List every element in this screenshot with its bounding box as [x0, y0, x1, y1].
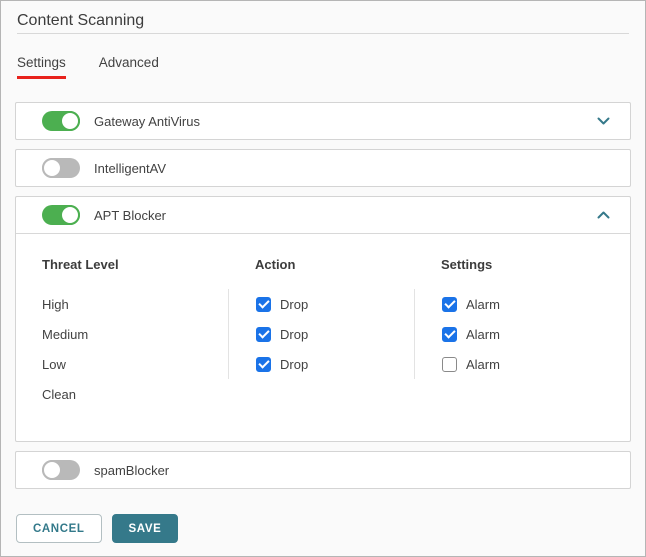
panel-label: spamBlocker [94, 463, 169, 478]
low-alarm-checkbox[interactable] [442, 357, 457, 372]
table-cell-action-high: Drop [228, 289, 414, 319]
apt-blocker-toggle[interactable] [42, 205, 80, 225]
threat-level-low-label: Low [16, 349, 228, 379]
tab-settings[interactable]: Settings [17, 55, 66, 79]
table-cell-action-clean [228, 379, 414, 409]
threat-level-medium-label: Medium [16, 319, 228, 349]
column-header-action: Action [228, 234, 414, 289]
cancel-button[interactable]: CANCEL [16, 514, 102, 543]
toggle-knob [60, 111, 80, 131]
tab-advanced[interactable]: Advanced [99, 55, 159, 79]
page-title: Content Scanning [17, 10, 629, 32]
apt-blocker-settings-table: Threat Level Action Settings High Drop [16, 233, 630, 441]
scanning-panels: Gateway AntiVirus IntelligentAV APT Bloc… [15, 102, 631, 489]
gateway-antivirus-toggle[interactable] [42, 111, 80, 131]
panel-label: Gateway AntiVirus [94, 114, 200, 129]
high-drop-checkbox[interactable] [256, 297, 271, 312]
title-divider [17, 33, 629, 34]
checkbox-label: Alarm [466, 327, 500, 342]
panel-label: APT Blocker [94, 208, 166, 223]
panel-header-intelligentav[interactable]: IntelligentAV [16, 150, 630, 186]
content-scanning-page: Content Scanning Settings Advanced Gatew… [0, 0, 646, 557]
panel-header-apt-blocker[interactable]: APT Blocker [16, 197, 630, 233]
panel-intelligentav: IntelligentAV [15, 149, 631, 187]
panel-spamblocker: spamBlocker [15, 451, 631, 489]
high-alarm-checkbox[interactable] [442, 297, 457, 312]
panel-label: IntelligentAV [94, 161, 166, 176]
checkbox-label: Drop [280, 297, 308, 312]
panel-header-spamblocker[interactable]: spamBlocker [16, 452, 630, 488]
intelligentav-toggle[interactable] [42, 158, 80, 178]
checkbox-label: Alarm [466, 297, 500, 312]
medium-drop-checkbox[interactable] [256, 327, 271, 342]
panel-apt-blocker: APT Blocker Threat Level Action Settings… [15, 196, 631, 442]
table-cell-settings-high: Alarm [414, 289, 630, 319]
checkbox-label: Drop [280, 327, 308, 342]
toggle-knob [42, 460, 62, 480]
checkbox-label: Alarm [466, 357, 500, 372]
panel-header-gateway-antivirus[interactable]: Gateway AntiVirus [16, 103, 630, 139]
table-cell-settings-low: Alarm [414, 349, 630, 379]
column-header-settings: Settings [414, 234, 630, 289]
chevron-down-icon[interactable] [597, 117, 610, 126]
save-button[interactable]: SAVE [112, 514, 179, 543]
chevron-up-icon[interactable] [597, 211, 610, 220]
toggle-knob [42, 158, 62, 178]
spamblocker-toggle[interactable] [42, 460, 80, 480]
toggle-knob [60, 205, 80, 225]
threat-level-high-label: High [16, 289, 228, 319]
table-cell-action-medium: Drop [228, 319, 414, 349]
table-cell-action-low: Drop [228, 349, 414, 379]
panel-gateway-antivirus: Gateway AntiVirus [15, 102, 631, 140]
checkbox-label: Drop [280, 357, 308, 372]
column-header-threat-level: Threat Level [16, 234, 228, 289]
threat-level-clean-label: Clean [16, 379, 228, 409]
table-cell-settings-medium: Alarm [414, 319, 630, 349]
table-cell-settings-clean [414, 379, 630, 409]
medium-alarm-checkbox[interactable] [442, 327, 457, 342]
low-drop-checkbox[interactable] [256, 357, 271, 372]
footer-actions: CANCEL SAVE [16, 514, 645, 543]
tab-bar: Settings Advanced [17, 55, 629, 79]
